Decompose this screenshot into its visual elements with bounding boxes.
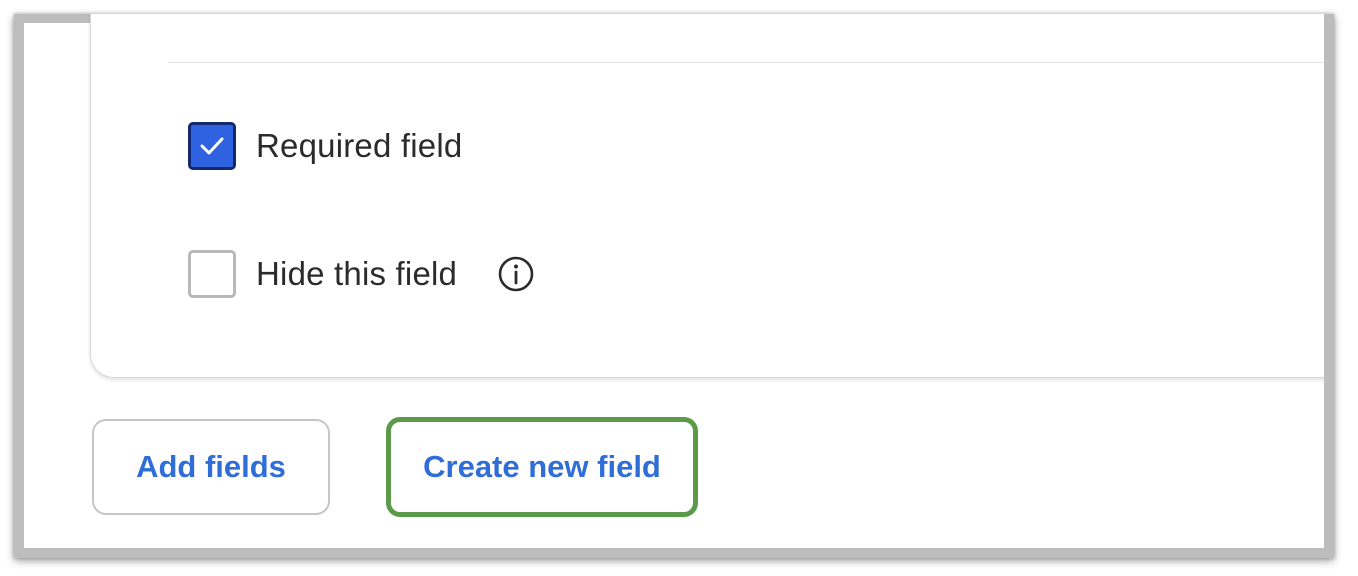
required-field-label: Required field <box>256 127 463 164</box>
field-settings-card <box>90 14 1324 378</box>
required-field-checkbox[interactable] <box>188 122 236 170</box>
hide-field-label: Hide this field <box>256 255 458 292</box>
screenshot-frame: Required field Hide this field Add field… <box>14 14 1334 558</box>
hide-field-option[interactable]: Hide this field <box>188 250 535 298</box>
info-circle-icon[interactable] <box>497 255 535 293</box>
create-new-field-button[interactable]: Create new field <box>386 417 698 517</box>
add-fields-button[interactable]: Add fields <box>92 419 330 515</box>
hide-field-checkbox[interactable] <box>188 250 236 298</box>
required-field-option[interactable]: Required field <box>188 122 462 170</box>
checkmark-icon <box>200 137 224 155</box>
section-divider <box>168 62 1324 63</box>
